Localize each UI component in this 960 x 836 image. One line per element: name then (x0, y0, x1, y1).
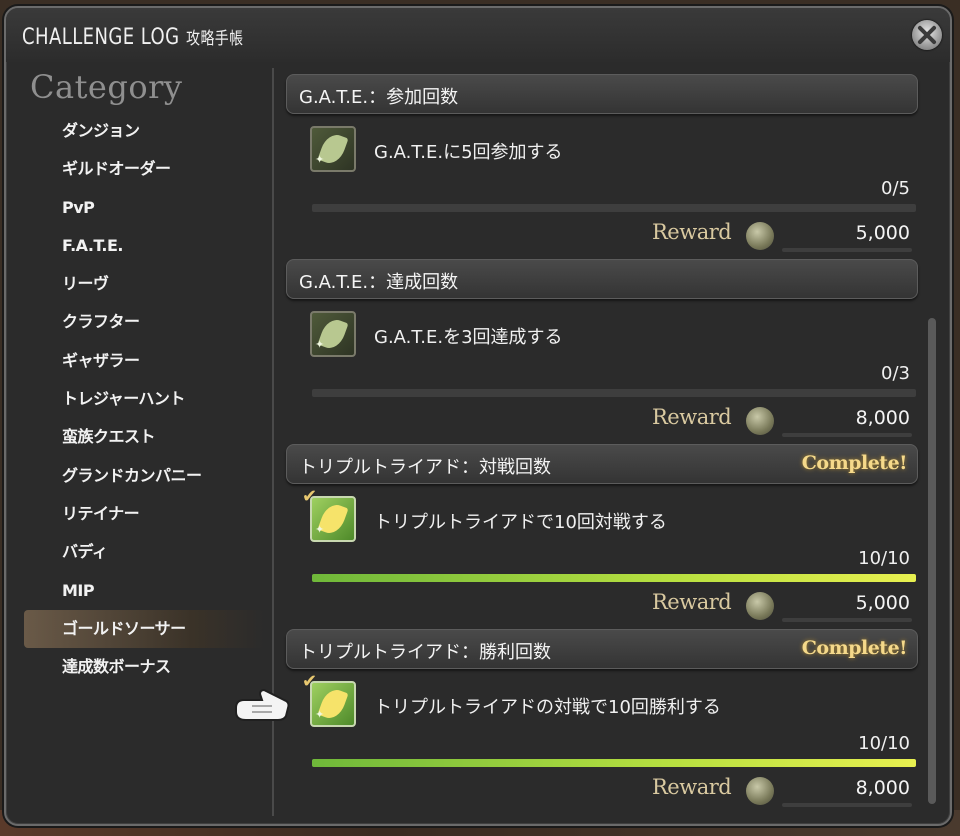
reward-underline (782, 248, 912, 252)
progress-bar-fill (312, 574, 916, 582)
reward-underline (782, 618, 912, 622)
sidebar-item[interactable]: クラフター (24, 303, 264, 341)
leaf-icon: ✦ (310, 681, 356, 727)
sidebar-item[interactable]: ギャザラー (24, 342, 264, 380)
sidebar-item[interactable]: ギルドオーダー (24, 150, 264, 188)
challenge-section: トリプルトライアド：勝利回数 Complete! ✔ ✦ トリプルトライアドの対戦で10… (286, 629, 918, 814)
gil-coin-icon (746, 407, 774, 435)
reward-label: Reward (652, 405, 732, 429)
sidebar-item[interactable]: リーヴ (24, 265, 264, 303)
section-title: G.A.T.E.：達成回数 (299, 272, 459, 293)
complete-badge: Complete! (801, 637, 908, 659)
challenge-section: G.A.T.E.：達成回数 ✦ G.A.T.E.を3回達成する 0/3 Reward 8,… (286, 259, 918, 444)
reward-label: Reward (652, 775, 732, 799)
progress-count: 10/10 (858, 548, 910, 569)
section-title: トリプルトライアド：対戦回数 (299, 457, 551, 478)
sidebar-item[interactable]: ダンジョン (24, 112, 264, 150)
challenge-log-window: CHALLENGE LOG 攻略手帳 Category ダンジョン ギルドオーダー P… (4, 6, 952, 826)
leaf-icon: ✦ (310, 496, 356, 542)
gil-coin-icon (746, 592, 774, 620)
sidebar-item[interactable]: ゴールドソーサー (24, 609, 264, 649)
window-title-jp: 攻略手帳 (186, 29, 244, 49)
complete-badge: Complete! (801, 452, 908, 474)
reward-underline (782, 803, 912, 807)
leaf-icon: ✦ (310, 311, 356, 357)
gil-coin-icon (746, 777, 774, 805)
reward-label: Reward (652, 590, 732, 614)
progress-count: 0/3 (881, 363, 910, 384)
sidebar-item[interactable]: F.A.T.E. (24, 227, 264, 265)
progress-count: 0/5 (881, 178, 910, 199)
task-description: トリプルトライアドで10回対戦する (374, 512, 667, 533)
reward-amount: 5,000 (855, 222, 910, 244)
title-bar[interactable]: CHALLENGE LOG 攻略手帳 (6, 8, 950, 62)
task-description: G.A.T.E.に5回参加する (374, 142, 563, 163)
reward-amount: 5,000 (855, 592, 910, 614)
window-title-text: CHALLENGE LOG (22, 25, 180, 50)
category-list: ダンジョン ギルドオーダー PvP F.A.T.E. リーヴ クラフター ギャザラー トレジャ… (24, 112, 264, 686)
progress-bar (312, 204, 916, 212)
window-title: CHALLENGE LOG 攻略手帳 (22, 24, 243, 50)
progress-bar-fill (312, 759, 916, 767)
scrollbar[interactable] (928, 318, 936, 804)
sidebar-item[interactable]: リテイナー (24, 495, 264, 533)
section-header[interactable]: トリプルトライアド：勝利回数 Complete! (286, 629, 918, 669)
progress-count: 10/10 (858, 733, 910, 754)
sidebar-item[interactable]: バディ (24, 533, 264, 571)
progress-bar (312, 574, 916, 582)
section-header[interactable]: G.A.T.E.：参加回数 (286, 74, 918, 114)
category-sidebar: Category ダンジョン ギルドオーダー PvP F.A.T.E. リーヴ クラフター… (6, 62, 270, 824)
task-description: G.A.T.E.を3回達成する (374, 327, 563, 348)
sidebar-item[interactable]: MIP (24, 572, 264, 610)
gil-coin-icon (746, 222, 774, 250)
category-heading: Category (30, 68, 183, 106)
sidebar-item[interactable]: 蛮族クエスト (24, 418, 264, 456)
sidebar-item[interactable]: PvP (24, 189, 264, 227)
sidebar-item[interactable]: 達成数ボーナス (24, 648, 264, 686)
leaf-icon: ✦ (310, 126, 356, 172)
section-header[interactable]: G.A.T.E.：達成回数 (286, 259, 918, 299)
progress-bar (312, 389, 916, 397)
challenge-section: トリプルトライアド：対戦回数 Complete! ✔ ✦ トリプルトライアドで10回対戦… (286, 444, 918, 629)
section-title: トリプルトライアド：勝利回数 (299, 642, 551, 663)
sidebar-item[interactable]: グランドカンパニー (24, 457, 264, 495)
reward-label: Reward (652, 220, 732, 244)
challenge-list: G.A.T.E.：参加回数 ✦ G.A.T.E.に5回参加する 0/5 Reward 5,… (286, 74, 918, 814)
reward-amount: 8,000 (855, 407, 910, 429)
challenge-section: G.A.T.E.：参加回数 ✦ G.A.T.E.に5回参加する 0/5 Reward 5,… (286, 74, 918, 259)
task-description: トリプルトライアドの対戦で10回勝利する (374, 697, 721, 718)
section-title: G.A.T.E.：参加回数 (299, 87, 459, 108)
close-icon[interactable] (912, 20, 942, 50)
hand-pointer-icon (235, 688, 290, 721)
sidebar-item[interactable]: トレジャーハント (24, 380, 264, 418)
reward-underline (782, 433, 912, 437)
progress-bar (312, 759, 916, 767)
reward-amount: 8,000 (855, 777, 910, 799)
section-header[interactable]: トリプルトライアド：対戦回数 Complete! (286, 444, 918, 484)
